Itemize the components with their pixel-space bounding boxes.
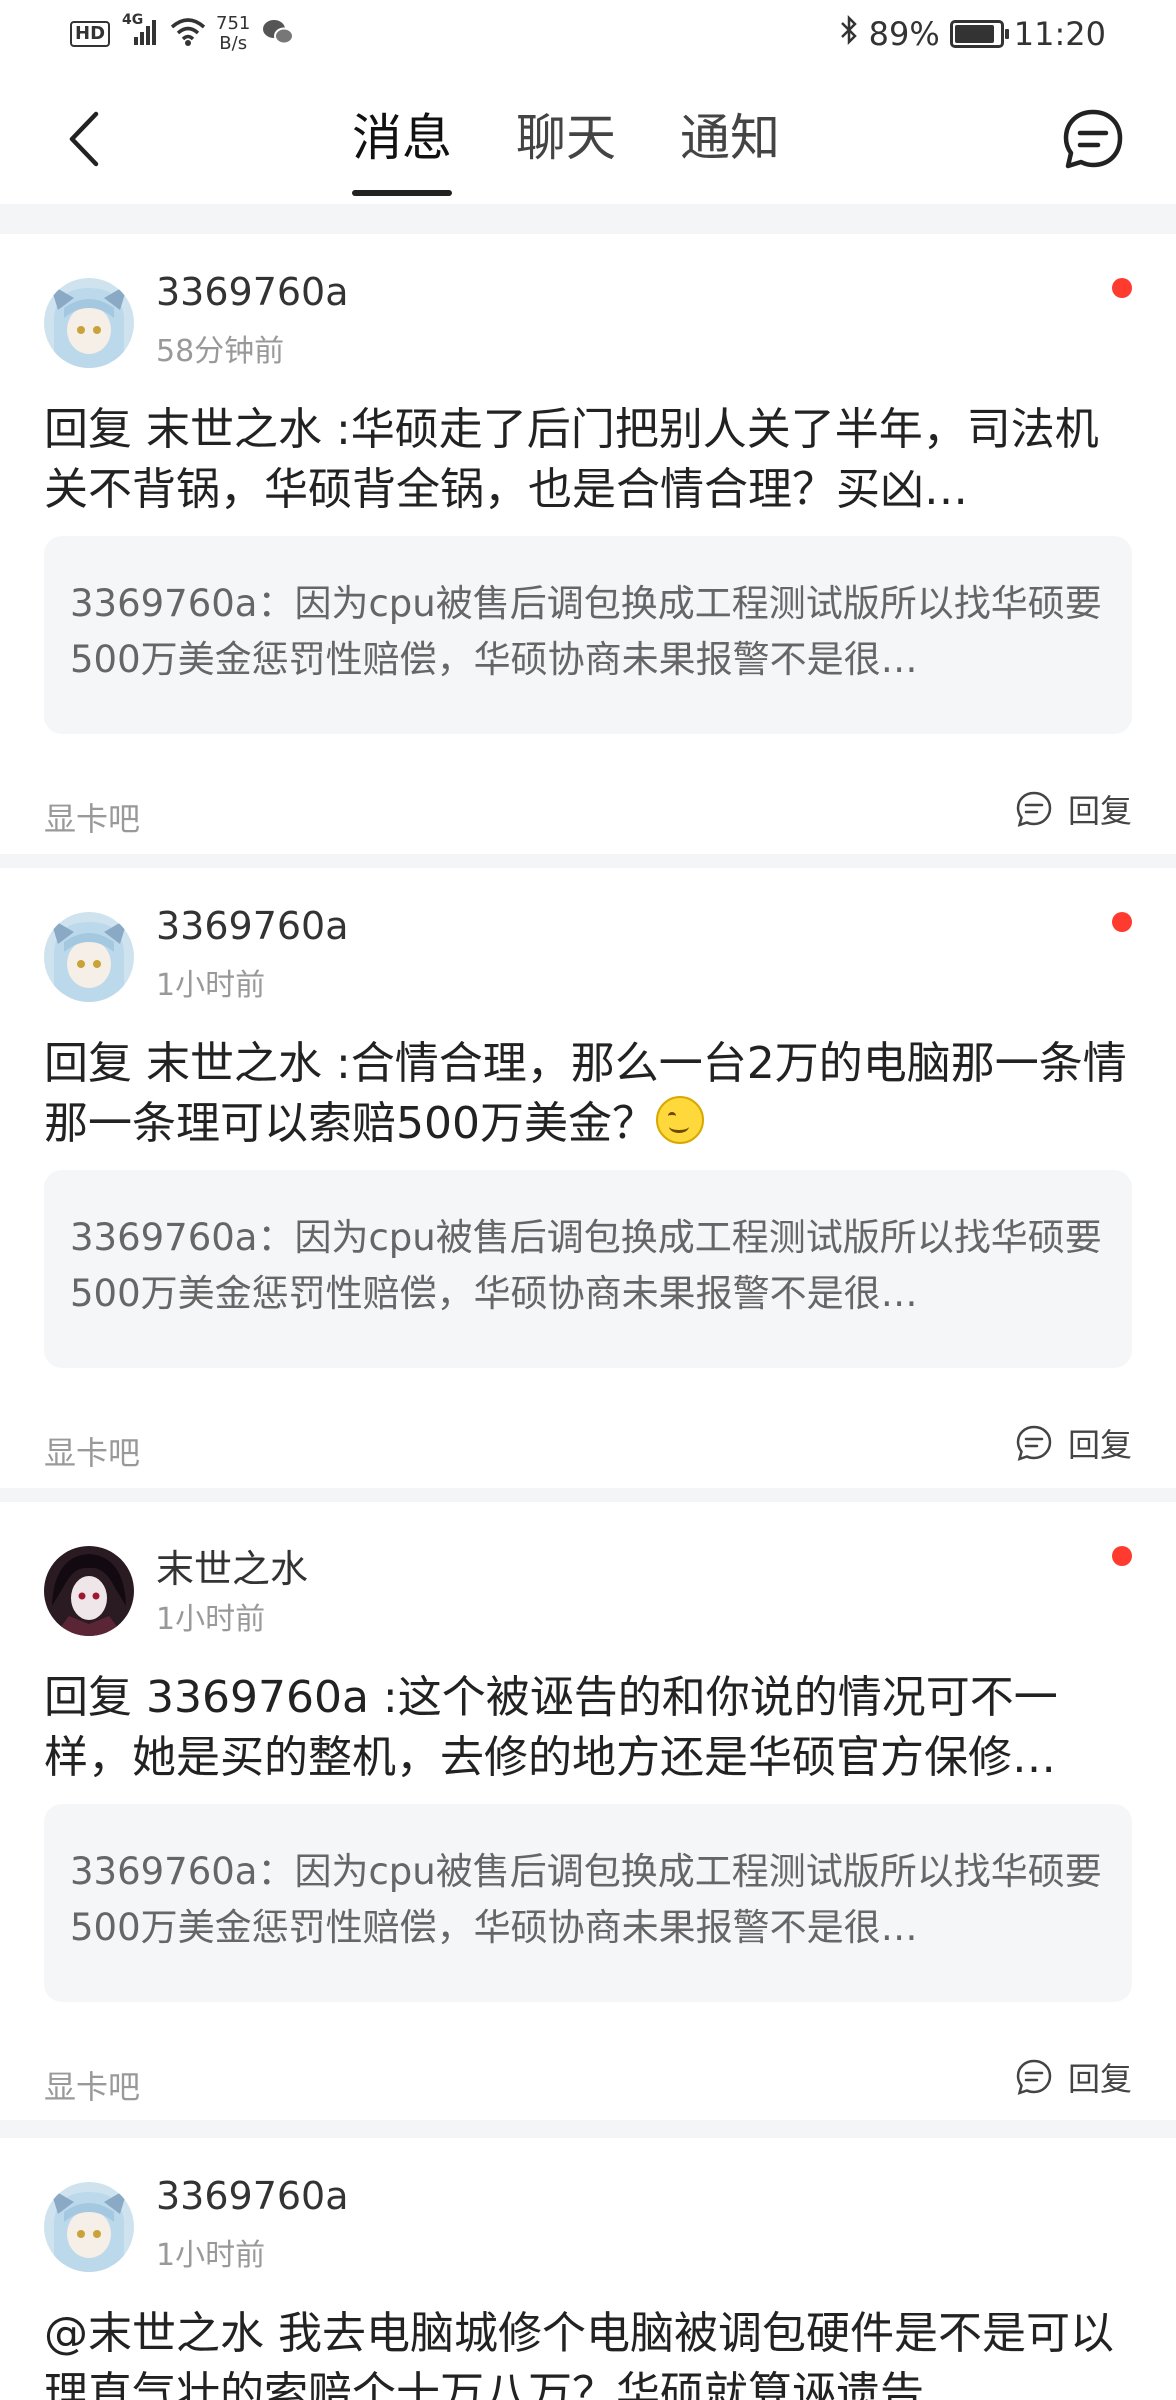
net-speed: 751 B/s [216, 14, 250, 54]
wifi-icon [170, 17, 206, 51]
hd-icon: HD [70, 21, 111, 47]
comment-icon [1016, 1425, 1052, 1461]
message-content[interactable]: 回复 3369760a :这个被诬告的和你说的情况可不一样，她是买的整机，去修的… [44, 1668, 1134, 1788]
forum-name[interactable]: 显卡吧 [44, 2062, 140, 2108]
quoted-post[interactable]: 3369760a：因为cpu被售后调包换成工程测试版所以找华硕要500万美金惩罚… [44, 1804, 1132, 2002]
username[interactable]: 3369760a [156, 2174, 349, 2218]
status-right: 89% 11:20 [839, 14, 1106, 54]
quoted-post[interactable]: 3369760a：因为cpu被售后调包换成工程测试版所以找华硕要500万美金惩罚… [44, 536, 1132, 734]
wechat-icon [260, 17, 296, 51]
avatar[interactable] [44, 278, 134, 368]
message-card[interactable]: 末世之水 1小时前 回复 3369760a :这个被诬告的和你说的情况可不一样，… [0, 1502, 1176, 2120]
net-speed-value: 751 [216, 13, 251, 34]
network-type: 4G [122, 12, 144, 28]
forum-name[interactable]: 显卡吧 [44, 1428, 140, 1474]
avatar[interactable] [44, 2182, 134, 2272]
reply-label: 回复 [1067, 1426, 1132, 1464]
timestamp: 1小时前 [156, 1602, 266, 1637]
status-left: HD 4G 751 B/s [70, 12, 296, 54]
reply-label: 回复 [1067, 2060, 1132, 2098]
chat-bubble-icon [1063, 109, 1123, 169]
tab-messages[interactable]: 消息 [320, 98, 484, 196]
avatar[interactable] [44, 1546, 134, 1636]
smile-emoji-icon [655, 1096, 704, 1144]
tab-bar: 消息 聊天 通知 [320, 98, 812, 196]
battery-fill [954, 25, 994, 43]
unread-dot [1112, 912, 1132, 932]
unread-dot [1112, 1546, 1132, 1566]
username[interactable]: 3369760a [156, 270, 349, 314]
message-content[interactable]: 回复 末世之水 :华硕走了后门把别人关了半年，司法机关不背锅，华硕背全锅，也是合… [44, 400, 1134, 520]
quoted-text: 3369760a：因为cpu被售后调包换成工程测试版所以找华硕要500万美金惩罚… [70, 1850, 1102, 1949]
comment-icon [1016, 2059, 1052, 2095]
net-speed-unit: B/s [219, 33, 248, 54]
back-button[interactable] [60, 104, 110, 174]
header-divider [0, 204, 1176, 234]
reply-button[interactable]: 回复 [1014, 2054, 1132, 2100]
message-card[interactable]: 3369760a 1小时前 @末世之水 我去电脑城修个电脑被调包硬件是不是可以理… [0, 2138, 1176, 2400]
avatar[interactable] [44, 912, 134, 1002]
username[interactable]: 3369760a [156, 904, 349, 948]
battery-icon [949, 20, 1009, 48]
battery-percent: 89% [868, 15, 940, 53]
card-divider [0, 2120, 1176, 2138]
chat-bubble-button[interactable] [1060, 106, 1126, 172]
message-content[interactable]: @末世之水 我去电脑城修个电脑被调包硬件是不是可以理直气壮的索赔个十万八万？华硕… [44, 2304, 1134, 2400]
timestamp: 58分钟前 [156, 334, 285, 369]
message-text: 回复 末世之水 :合情合理，那么一台2万的电脑那一条情那一条理可以索赔500万美… [44, 1038, 1127, 1149]
tab-chat[interactable]: 聊天 [484, 98, 648, 178]
tab-notifications[interactable]: 通知 [648, 98, 812, 178]
unread-dot [1112, 278, 1132, 298]
quoted-text: 3369760a：因为cpu被售后调包换成工程测试版所以找华硕要500万美金惩罚… [70, 582, 1102, 681]
forum-name[interactable]: 显卡吧 [44, 794, 140, 840]
bluetooth-icon [839, 14, 859, 54]
quoted-text: 3369760a：因为cpu被售后调包换成工程测试版所以找华硕要500万美金惩罚… [70, 1216, 1102, 1315]
reply-button[interactable]: 回复 [1014, 786, 1132, 832]
comment-icon [1016, 791, 1052, 827]
message-content[interactable]: 回复 末世之水 :合情合理，那么一台2万的电脑那一条情那一条理可以索赔500万美… [44, 1034, 1134, 1154]
reply-button[interactable]: 回复 [1014, 1420, 1132, 1466]
status-bar: HD 4G 751 B/s 89% 11:20 [0, 0, 1176, 72]
username[interactable]: 末世之水 [156, 1538, 308, 1593]
message-card[interactable]: 3369760a 58分钟前 回复 末世之水 :华硕走了后门把别人关了半年，司法… [0, 234, 1176, 854]
reply-label: 回复 [1067, 792, 1132, 830]
message-card[interactable]: 3369760a 1小时前 回复 末世之水 :合情合理，那么一台2万的电脑那一条… [0, 868, 1176, 1488]
chevron-left-icon [69, 111, 99, 167]
clock: 11:20 [1013, 15, 1106, 53]
timestamp: 1小时前 [156, 968, 266, 1003]
timestamp: 1小时前 [156, 2238, 266, 2273]
header: 消息 聊天 通知 [0, 72, 1176, 204]
quoted-post[interactable]: 3369760a：因为cpu被售后调包换成工程测试版所以找华硕要500万美金惩罚… [44, 1170, 1132, 1368]
